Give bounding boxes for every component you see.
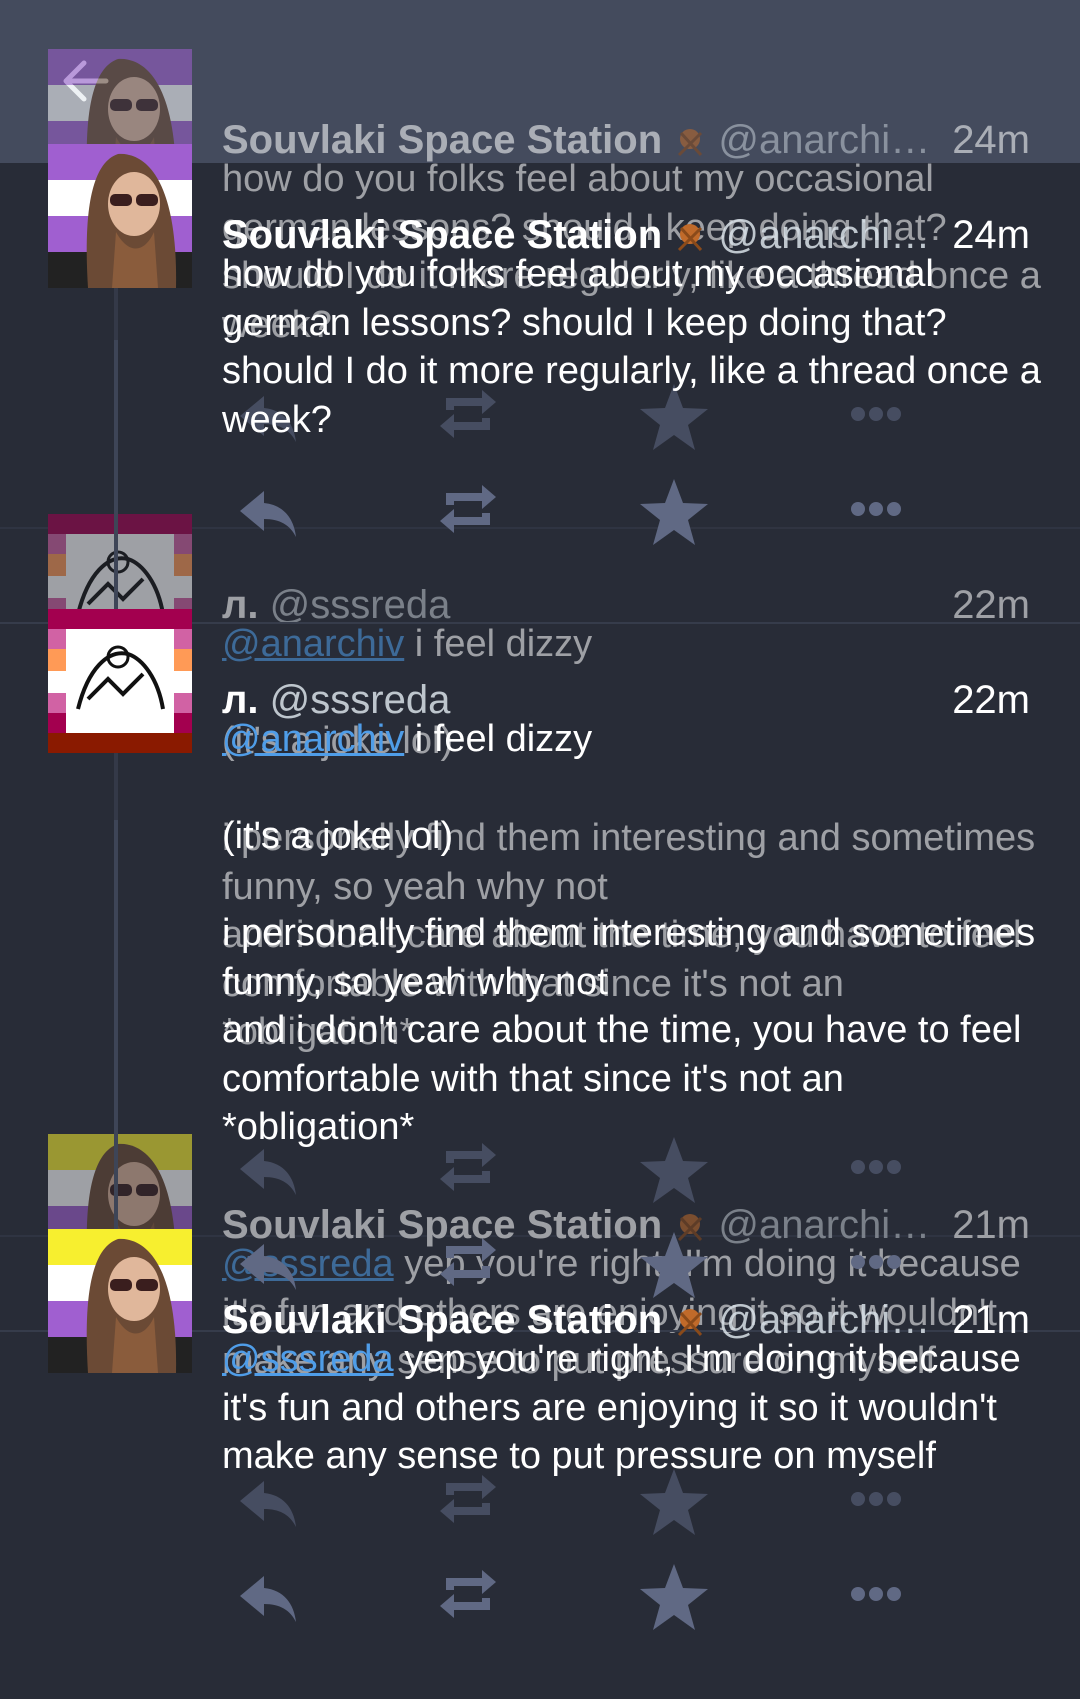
mention-link[interactable]: @anarchiv: [222, 718, 404, 760]
reply-icon[interactable]: [236, 1572, 300, 1631]
mention-link[interactable]: @sssreda: [222, 1338, 394, 1380]
more-icon[interactable]: [850, 1254, 902, 1275]
favourite-icon[interactable]: [638, 477, 710, 552]
boost-icon[interactable]: [436, 1230, 500, 1299]
thread-line: [114, 820, 118, 1240]
status-content: how do you folks feel about my occasiona…: [222, 250, 1042, 444]
reply-icon[interactable]: [236, 487, 300, 546]
timeline-layer: Souvlaki Space Station @anarchi… 24m how d…: [0, 0, 1080, 1699]
avatar[interactable]: [48, 609, 192, 753]
boost-icon[interactable]: [436, 477, 500, 546]
boost-icon[interactable]: [436, 1562, 500, 1631]
more-icon[interactable]: [850, 501, 902, 522]
more-icon[interactable]: [850, 1586, 902, 1607]
status-text: how do you folks feel about my occasiona…: [222, 253, 1052, 441]
status-actions: [0, 1562, 1080, 1642]
status-content: @anarchiv i feel dizzy (it's a joke lol)…: [222, 715, 1042, 1152]
favourite-icon[interactable]: [638, 1230, 710, 1305]
status-actions: [0, 477, 1080, 557]
avatar[interactable]: [48, 1229, 192, 1373]
status-content: @sssreda yep you're right, I'm doing it …: [222, 1335, 1042, 1481]
avatar[interactable]: [48, 144, 192, 288]
favourite-icon[interactable]: [638, 1562, 710, 1637]
reply-icon[interactable]: [236, 1240, 300, 1299]
status-text: i feel dizzy (it's a joke lol) i persona…: [222, 718, 1036, 1148]
